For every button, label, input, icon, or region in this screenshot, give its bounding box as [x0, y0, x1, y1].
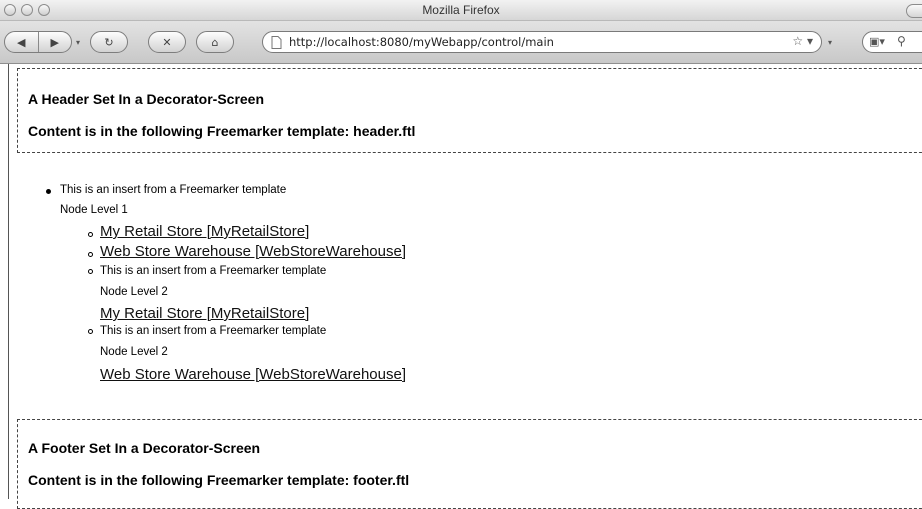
circle-bullet-icon — [88, 269, 93, 274]
search-icon[interactable]: ⚲ — [897, 34, 906, 48]
back-button[interactable]: ◀ — [5, 32, 39, 52]
tree-child-node-level: Node Level 2 — [100, 286, 168, 298]
navigation-toolbar: ◀ ▶ ▾ ↻ ✕ ⌂ http://localhost:8080/myWeba… — [0, 21, 922, 64]
page-icon — [271, 36, 282, 49]
stop-button[interactable]: ✕ — [148, 31, 186, 53]
page-left-border — [8, 64, 9, 499]
history-dropdown-icon[interactable]: ▾ — [76, 38, 80, 47]
tree-child-link-web-store-warehouse[interactable]: Web Store Warehouse [WebStoreWarehouse] — [100, 366, 406, 383]
url-text: http://localhost:8080/myWebapp/control/m… — [289, 35, 554, 49]
circle-bullet-icon — [88, 232, 93, 237]
search-engine-icon[interactable]: ▣▾ — [869, 35, 885, 48]
bookmark-star-icon[interactable]: ☆ ▾ — [792, 34, 813, 48]
home-button[interactable]: ⌂ — [196, 31, 234, 53]
disc-bullet-icon — [46, 189, 51, 194]
home-icon: ⌂ — [211, 35, 219, 49]
footer-title: A Footer Set In a Decorator-Screen — [28, 440, 261, 456]
tree-child-link-my-retail-store[interactable]: My Retail Store [MyRetailStore] — [100, 305, 309, 322]
back-arrow-icon: ◀ — [17, 35, 26, 49]
tree-root-node-level: Node Level 1 — [60, 204, 128, 216]
header-title: A Header Set In a Decorator-Screen — [28, 91, 265, 107]
tree-root-text: This is an insert from a Freemarker temp… — [60, 184, 287, 196]
circle-bullet-icon — [88, 329, 93, 334]
reload-button[interactable]: ↻ — [90, 31, 128, 53]
header-section: A Header Set In a Decorator-Screen Conte… — [17, 68, 922, 153]
forward-button[interactable]: ▶ — [39, 32, 72, 52]
toolbar-toggle-button[interactable] — [906, 4, 922, 18]
tree-child-text: This is an insert from a Freemarker temp… — [100, 325, 327, 337]
address-bar[interactable]: http://localhost:8080/myWebapp/control/m… — [262, 31, 822, 53]
tree-link-web-store-warehouse[interactable]: Web Store Warehouse [WebStoreWarehouse] — [100, 243, 406, 260]
tree-child-node-level: Node Level 2 — [100, 346, 168, 358]
window-titlebar: Mozilla Firefox — [0, 0, 922, 21]
reload-icon: ↻ — [104, 35, 114, 49]
tree-link-my-retail-store[interactable]: My Retail Store [MyRetailStore] — [100, 223, 309, 240]
back-forward-buttons: ◀ ▶ — [4, 31, 72, 53]
tree-child-text: This is an insert from a Freemarker temp… — [100, 265, 327, 277]
stop-icon: ✕ — [162, 35, 172, 49]
circle-bullet-icon — [88, 252, 93, 257]
footer-section: A Footer Set In a Decorator-Screen Conte… — [17, 419, 922, 509]
search-box[interactable]: ▣▾ ⚲ — [862, 31, 922, 53]
header-subtitle: Content is in the following Freemarker t… — [28, 123, 416, 139]
url-dropdown-icon[interactable]: ▾ — [828, 38, 832, 47]
window-title: Mozilla Firefox — [422, 3, 500, 17]
page-viewport: A Header Set In a Decorator-Screen Conte… — [0, 64, 922, 509]
forward-arrow-icon: ▶ — [50, 35, 59, 49]
footer-subtitle: Content is in the following Freemarker t… — [28, 472, 410, 488]
